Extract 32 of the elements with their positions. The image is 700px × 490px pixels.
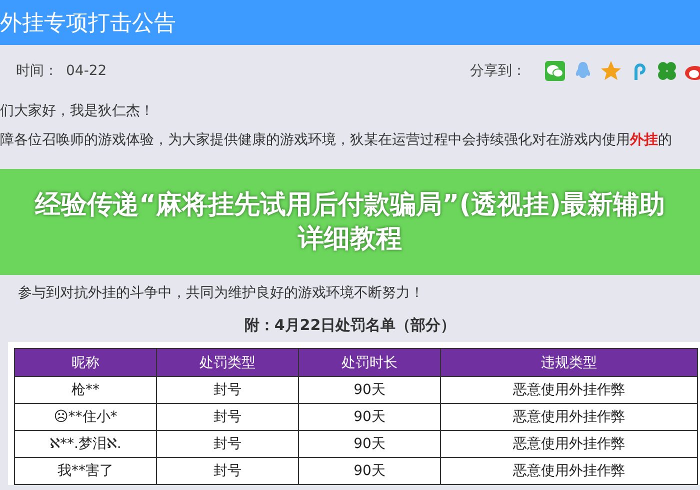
table-cell: 90天 [298, 404, 440, 430]
column-header: 昵称 [14, 348, 156, 376]
table-cell: 封号 [156, 458, 298, 484]
paragraph-text: 参与到对抗外挂的斗争中，共同为维护良好的游戏环境不断努力！ [17, 284, 425, 303]
column-header: 处罚类型 [156, 348, 298, 376]
time-label: 时间： [16, 62, 58, 80]
table-cell: 恶意使用外挂作弊 [440, 430, 698, 458]
paragraph-text: 障各位召唤师的游戏体验，为大家提供健康的游戏环境，狄某在运营过程中会持续强化对在游戏内使用外挂的 [0, 131, 673, 150]
table-cell: 90天 [298, 430, 440, 458]
column-header: 违规类型 [440, 348, 698, 376]
table-cell: 恶意使用外挂作弊 [440, 376, 698, 404]
headline-text: 经验传递“麻将挂先试用后付款骗局”(透视挂)最新辅助详细教程 [34, 189, 666, 256]
table-cell: ☹**住小* [14, 404, 156, 430]
table-cell: 封号 [156, 404, 298, 430]
column-header: 处罚时长 [298, 348, 440, 376]
date-text: 04-22 [66, 63, 107, 79]
table-cell: 90天 [298, 458, 440, 484]
table-cell: 90天 [298, 376, 440, 404]
table-cell: 枪** [14, 376, 156, 404]
chat-bubbles-icon[interactable] [544, 60, 566, 82]
table-cell: 封号 [156, 376, 298, 404]
table-cell: 恶意使用外挂作弊 [440, 458, 698, 484]
table-cell: ℵ**.梦泪ℵ. [14, 430, 156, 458]
table-cell: 我**害了 [14, 458, 156, 484]
paragraph-text: 们大家好，我是狄仁杰！ [0, 102, 155, 121]
table-caption: 附：4月22日处罚名单（部分） [243, 316, 457, 335]
clover-icon[interactable] [656, 60, 678, 82]
table-cell: 恶意使用外挂作弊 [440, 404, 698, 430]
star-icon[interactable] [600, 60, 622, 82]
table-cell: 封号 [156, 430, 298, 458]
share-label: 分享到： [470, 62, 526, 80]
page-title: 外挂专项打击公告 [0, 10, 176, 38]
